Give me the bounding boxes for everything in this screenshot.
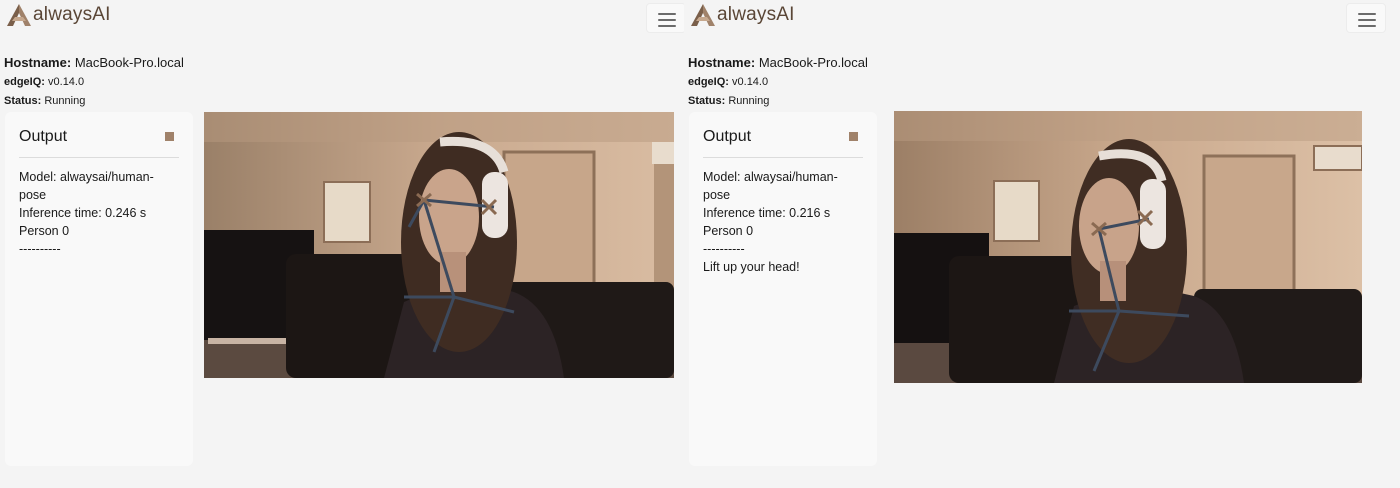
navbar: alwaysAI [684, 0, 1400, 34]
edgeiq-version: v0.14.0 [732, 76, 769, 88]
output-header: Output [19, 128, 179, 158]
app-instance-left: alwaysAI Hostname: MacBook-Pro.local edg… [0, 0, 684, 488]
hostname-row: Hostname: MacBook-Pro.local [688, 55, 868, 70]
app-instance-right: alwaysAI Hostname: MacBook-Pro.local edg… [684, 0, 1400, 488]
hostname-value: MacBook-Pro.local [758, 55, 868, 70]
menu-button[interactable] [646, 3, 684, 33]
output-title: Output [19, 128, 68, 145]
output-card: Output Model: alwaysai/human-pose Infere… [689, 112, 877, 466]
hamburger-icon [658, 13, 676, 15]
logo-text: alwaysAI [717, 4, 795, 25]
alwaysai-logo-icon [7, 4, 31, 26]
brand-logo[interactable]: alwaysAI [6, 3, 111, 27]
brand-logo[interactable]: alwaysAI [690, 3, 795, 27]
device-info: Hostname: MacBook-Pro.local edgeIQ: v0.1… [4, 56, 184, 115]
edgeiq-row: edgeIQ: v0.14.0 [4, 76, 85, 88]
status-row: Status: Running [4, 95, 86, 107]
hostname-row: Hostname: MacBook-Pro.local [4, 55, 184, 70]
stop-button[interactable] [849, 132, 858, 141]
output-line-person: Person 0 [19, 224, 70, 238]
device-info: Hostname: MacBook-Pro.local edgeIQ: v0.1… [688, 56, 868, 115]
output-card: Output Model: alwaysai/human-pose Infere… [5, 112, 193, 466]
menu-button[interactable] [1346, 3, 1386, 33]
navbar: alwaysAI [0, 0, 684, 34]
edgeiq-row: edgeIQ: v0.14.0 [688, 76, 769, 88]
output-line-model: Model: alwaysai/human-pose [703, 170, 838, 202]
logo-text: alwaysAI [33, 4, 111, 25]
video-stream [894, 111, 1362, 383]
output-line-person: Person 0 [703, 224, 754, 238]
stop-button[interactable] [165, 132, 174, 141]
output-log: Model: alwaysai/human-pose Inference tim… [703, 168, 863, 276]
alwaysai-logo-icon [691, 4, 715, 26]
status-row: Status: Running [688, 95, 770, 107]
webcam-feed-image [204, 112, 674, 378]
status-value: Running [44, 95, 86, 107]
edgeiq-version: v0.14.0 [48, 76, 85, 88]
output-line-inference-time: Inference time: 0.216 s [703, 206, 831, 220]
output-line-inference-time: Inference time: 0.246 s [19, 206, 147, 220]
output-log: Model: alwaysai/human-pose Inference tim… [19, 168, 179, 258]
status-value: Running [728, 95, 770, 107]
video-stream [204, 112, 674, 378]
output-header: Output [703, 128, 863, 158]
output-line-model: Model: alwaysai/human-pose [19, 170, 154, 202]
hamburger-icon [1358, 13, 1376, 15]
webcam-feed-image [894, 111, 1362, 383]
output-line-separator: ---------- [19, 242, 61, 256]
hostname-value: MacBook-Pro.local [74, 55, 184, 70]
output-title: Output [703, 128, 752, 145]
output-line-alert: Lift up your head! [703, 260, 800, 274]
output-line-separator: ---------- [703, 242, 745, 256]
